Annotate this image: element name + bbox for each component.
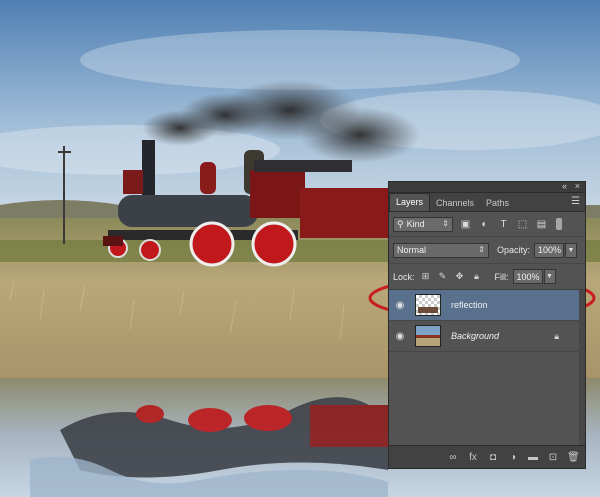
fill-label: Fill: bbox=[494, 271, 509, 282]
add-mask-icon[interactable]: ◘ bbox=[487, 452, 499, 463]
fill-value: 100% bbox=[516, 271, 540, 282]
layer-list-scrollbar[interactable] bbox=[579, 290, 585, 460]
delete-layer-icon[interactable]: 🗑︎ bbox=[567, 452, 580, 463]
type-filter-icon[interactable]: T bbox=[497, 218, 510, 231]
new-group-icon[interactable]: ▬ bbox=[527, 452, 539, 463]
lock-label: Lock: bbox=[393, 271, 415, 282]
opacity-input[interactable]: 100% bbox=[534, 242, 565, 258]
search-icon: ⚲ bbox=[397, 218, 404, 229]
select-arrows-icon: ⇕ bbox=[478, 244, 485, 254]
blend-row: Normal ⇕ Opacity: 100% ▼ bbox=[389, 237, 585, 264]
panel-bottom-bar: ∞ fx ◘ ◑ ▬ ⊡ 🗑︎ bbox=[389, 445, 585, 468]
blend-mode-select[interactable]: Normal ⇕ bbox=[393, 242, 489, 258]
new-adjustment-layer-icon[interactable]: ◑ bbox=[507, 452, 519, 463]
new-layer-icon[interactable]: ⊡ bbox=[547, 452, 559, 463]
layers-panel: « × Layers Channels Paths ☰ ⚲ Kind ⇕ ▣ ◐… bbox=[388, 181, 586, 469]
lock-position-icon[interactable]: ✥ bbox=[454, 271, 466, 283]
tab-layers[interactable]: Layers bbox=[389, 193, 431, 211]
filter-kind-select[interactable]: ⚲ Kind ⇕ bbox=[393, 216, 453, 232]
collapse-icon[interactable]: « bbox=[562, 181, 567, 191]
panel-menu-icon[interactable]: ☰ bbox=[571, 196, 580, 207]
layer-name: Background bbox=[451, 331, 500, 341]
blend-mode-value: Normal bbox=[397, 245, 427, 255]
opacity-dropdown-icon[interactable]: ▼ bbox=[565, 242, 578, 258]
layer-row-reflection[interactable]: ◉ reflection bbox=[389, 290, 585, 321]
panel-title-strip: « × bbox=[389, 181, 585, 193]
adjustment-filter-icon[interactable]: ◐ bbox=[478, 218, 491, 231]
lock-row: Lock: ⊞ ✎ ✥ 🔒︎ Fill: 100% ▼ bbox=[389, 264, 585, 290]
layer-row-background[interactable]: ◉ Background 🔒︎ bbox=[389, 321, 585, 352]
close-icon[interactable]: × bbox=[575, 181, 580, 191]
opacity-value: 100% bbox=[538, 245, 562, 255]
layer-style-icon[interactable]: fx bbox=[467, 452, 479, 463]
filter-row: ⚲ Kind ⇕ ▣ ◐ T ⬚ ▤ bbox=[389, 212, 585, 237]
tab-channels[interactable]: Channels bbox=[430, 195, 480, 211]
lock-icon: 🔒︎ bbox=[554, 330, 559, 341]
layer-name: reflection bbox=[451, 300, 488, 310]
tab-paths[interactable]: Paths bbox=[480, 195, 515, 211]
select-arrows-icon: ⇕ bbox=[442, 218, 449, 228]
lock-transparent-pixels-icon[interactable]: ⊞ bbox=[420, 271, 432, 283]
layer-list: ◉ reflection ◉ Background 🔒︎ bbox=[389, 290, 585, 460]
smart-object-filter-icon[interactable]: ▤ bbox=[535, 218, 548, 231]
visibility-eye-icon[interactable]: ◉ bbox=[389, 300, 411, 311]
fill-input[interactable]: 100% bbox=[512, 269, 543, 284]
visibility-eye-icon[interactable]: ◉ bbox=[389, 331, 411, 342]
link-layers-icon[interactable]: ∞ bbox=[447, 452, 459, 463]
pixel-filter-icon[interactable]: ▣ bbox=[459, 218, 472, 231]
layer-thumbnail bbox=[415, 294, 441, 316]
filter-toggle[interactable] bbox=[556, 218, 562, 230]
shape-filter-icon[interactable]: ⬚ bbox=[516, 218, 529, 231]
fill-dropdown-icon[interactable]: ▼ bbox=[543, 269, 556, 284]
panel-tabs: Layers Channels Paths ☰ bbox=[389, 193, 585, 212]
lock-all-icon[interactable]: 🔒︎ bbox=[471, 271, 483, 283]
lock-image-pixels-icon[interactable]: ✎ bbox=[437, 271, 449, 283]
opacity-label: Opacity: bbox=[497, 245, 531, 255]
filter-kind-label: Kind bbox=[406, 219, 425, 229]
layer-thumbnail bbox=[415, 325, 441, 347]
